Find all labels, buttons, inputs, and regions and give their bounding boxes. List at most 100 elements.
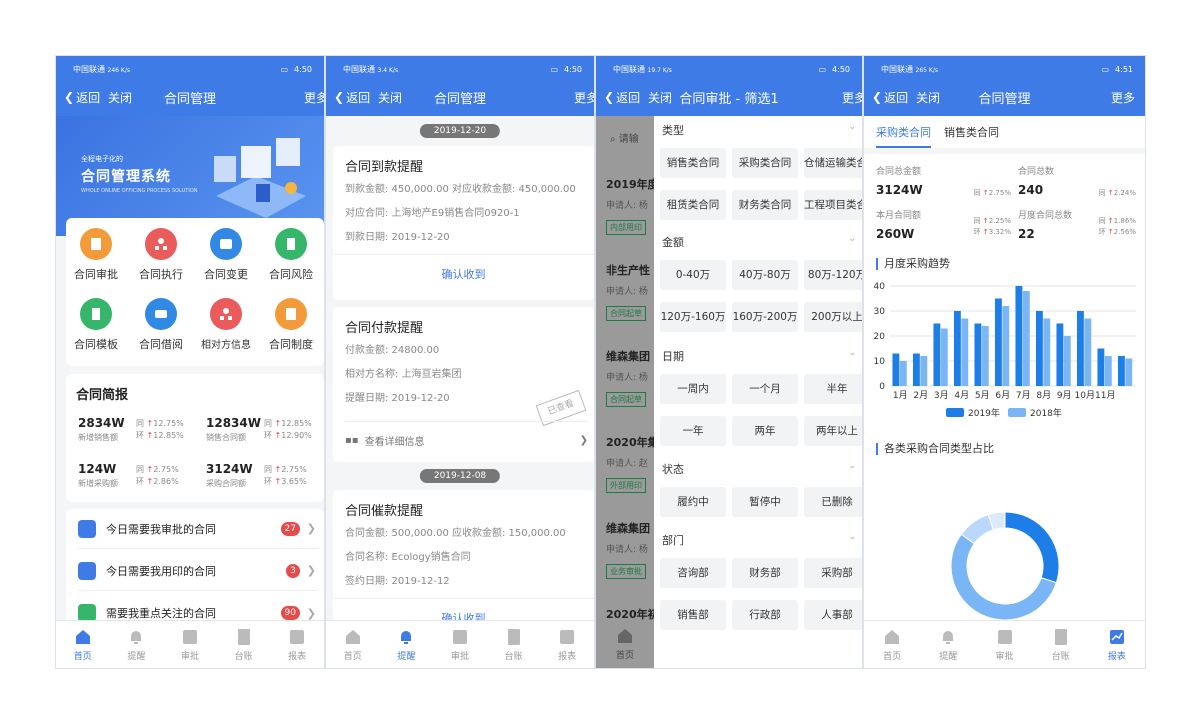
date-separator: 2019-12-08 (419, 469, 501, 483)
more-button[interactable]: 更多 (1111, 89, 1135, 106)
count-badge: 3 (286, 563, 300, 578)
filter-chip[interactable]: 采购类合同 (732, 148, 798, 178)
home-icon (618, 629, 632, 643)
template-icon (80, 298, 112, 330)
filter-chip[interactable]: 租赁类合同 (660, 190, 726, 220)
yoy-value: 12.75% (153, 419, 184, 428)
tab-ledger[interactable]: 台账 (487, 621, 541, 668)
filter-chip[interactable]: 暂停中 (732, 487, 798, 517)
bar-2018年 (1104, 356, 1112, 386)
grid-item-borrow[interactable]: 合同借阅 (131, 298, 191, 352)
filter-chip[interactable]: 0-40万 (660, 260, 726, 290)
clock: 4:50 (832, 64, 850, 74)
filter-chip[interactable]: 财务类合同 (732, 190, 798, 220)
filter-group-department[interactable]: 部门 ⌄ (662, 532, 856, 548)
tab-home[interactable]: 首页 (596, 620, 654, 668)
search-input[interactable]: ⌕ 请输 (610, 130, 639, 145)
tab-home[interactable]: 首页 (326, 621, 380, 668)
filter-chip[interactable]: 120万-160万 (660, 302, 726, 332)
filter-chip[interactable]: 咨询部 (660, 558, 726, 588)
tab-purchase-contracts[interactable]: 采购类合同 (876, 124, 931, 148)
todo-list: 今日需要我审批的合同 27 ❯ 今日需要我用印的合同 3 ❯ 需要我重点关注的合同 90 ❯ (66, 509, 324, 624)
tab-remind[interactable]: 提醒 (920, 621, 976, 668)
todo-item-approve[interactable]: 今日需要我审批的合同 27 ❯ (78, 509, 318, 549)
tab-approval[interactable]: 审批 (433, 621, 487, 668)
grid-item-risk[interactable]: 合同风险 (261, 228, 321, 282)
filter-chip[interactable]: 两年 (732, 416, 798, 446)
confirm-received-button[interactable]: 确认收到 (333, 254, 594, 294)
filter-group-type[interactable]: 类型 ⌄ (662, 122, 856, 138)
todo-item-seal[interactable]: 今日需要我用印的合同 3 ❯ (78, 551, 318, 591)
carrier-label: 中国联通 (73, 64, 105, 74)
filter-chip[interactable]: 一周内 (660, 374, 726, 404)
card-title: 合同到款提醒 (345, 160, 424, 175)
list-item-tag: 合同起草 (606, 306, 646, 321)
nav-bar: ❮返回 关闭 合同审批 - 筛选1 更多 (596, 84, 862, 110)
filter-chip[interactable]: 两年以上 (804, 416, 862, 446)
change-icon (210, 228, 242, 260)
document-icon (507, 628, 520, 645)
metric-new-purchase: 124W 新增采购额 同 ↑2.75% 环 ↑2.86% (78, 462, 198, 489)
kpi-total-count: 合同总数 240 同 ↑2.24% (1018, 164, 1136, 197)
tab-ledger[interactable]: 台账 (217, 621, 271, 668)
yoy-label: 同 (1098, 217, 1106, 225)
filter-group-amount[interactable]: 金额 ⌄ (662, 234, 856, 250)
filter-group-date[interactable]: 日期 ⌄ (662, 348, 856, 364)
tab-approval[interactable]: 审批 (976, 621, 1032, 668)
filter-chip[interactable]: 采购部 (804, 558, 862, 588)
tab-remind[interactable]: 提醒 (380, 621, 434, 668)
grid-item-change[interactable]: 合同变更 (196, 228, 256, 282)
more-button[interactable]: 更多 (842, 89, 862, 106)
filter-chip[interactable]: 一个月 (732, 374, 798, 404)
more-button[interactable]: 更多 (574, 89, 594, 106)
filter-chip[interactable]: 财务部 (732, 558, 798, 588)
grid-item-template[interactable]: 合同模板 (66, 298, 126, 352)
tab-ledger[interactable]: 台账 (1033, 621, 1089, 668)
list-item-title: 2020年集 (606, 436, 654, 449)
mom-label: 环 (1098, 228, 1106, 236)
tab-report[interactable]: 报表 (1089, 621, 1145, 668)
filter-chip[interactable]: 工程项目类合同 (804, 190, 862, 220)
grid-item-execution[interactable]: 合同执行 (131, 228, 191, 282)
battery-icon: ▭ (1101, 64, 1110, 74)
filter-chip[interactable]: 半年 (804, 374, 862, 404)
counterparty-icon (210, 298, 242, 330)
tab-report[interactable]: 报表 (540, 621, 594, 668)
yoy-label: 同 (973, 217, 981, 225)
grid-item-approval[interactable]: 合同审批 (66, 228, 126, 282)
list-item-applicant: 申请人: 杨 (606, 373, 648, 383)
yoy-value: 12.85% (281, 419, 312, 428)
filter-chip[interactable]: 40万-80万 (732, 260, 798, 290)
tab-report[interactable]: 报表 (270, 621, 324, 668)
tab-label: 提醒 (397, 651, 416, 662)
grid-item-policy[interactable]: 合同制度 (261, 298, 321, 352)
filter-group-status[interactable]: 状态 ⌄ (662, 461, 856, 477)
filter-chip[interactable]: 已删除 (804, 487, 862, 517)
kpi-compare: 同 ↑2.25% 环 ↑3.32% (973, 217, 1011, 236)
tab-home[interactable]: 首页 (864, 621, 920, 668)
tab-home[interactable]: 首页 (56, 621, 110, 668)
tab-approval[interactable]: 审批 (163, 621, 217, 668)
tab-sales-contracts[interactable]: 销售类合同 (944, 124, 999, 140)
filter-chip[interactable]: 销售类合同 (660, 148, 726, 178)
filter-chip[interactable]: 销售部 (660, 600, 726, 630)
mom-label: 环 (973, 228, 981, 236)
filter-chip[interactable]: 人事部 (804, 600, 862, 630)
filter-chip[interactable]: 行政部 (732, 600, 798, 630)
view-detail-link[interactable]: ▪▪ 查看详细信息 ❯ (345, 421, 588, 459)
legend-label: 2018年 (1030, 407, 1062, 418)
more-button[interactable]: 更多 (304, 89, 324, 106)
bottom-tab-bar: 首页 提醒 审批 台账 报表 (56, 620, 324, 668)
phone-report: 中国联通 265 K/s ▭ 4:51 ❮ 返回 关闭 合同管理 更多 采购类合同 … (863, 55, 1146, 669)
grid-item-counterparty[interactable]: 相对方信息 (196, 298, 256, 351)
filter-chip[interactable]: 履约中 (660, 487, 726, 517)
filter-chip[interactable]: 160万-200万 (732, 302, 798, 332)
filter-chip[interactable]: 80万-120万 (804, 260, 862, 290)
filter-chip[interactable]: 一年 (660, 416, 726, 446)
filter-chip[interactable]: 仓储运输类合同 (804, 148, 862, 178)
filter-chip[interactable]: 200万以上 (804, 302, 862, 332)
tab-remind[interactable]: 提醒 (110, 621, 164, 668)
tab-label: 首页 (883, 651, 902, 662)
net-speed: 265 K/s (915, 66, 938, 74)
confirm-received-button[interactable]: 确认收到 (333, 598, 594, 622)
